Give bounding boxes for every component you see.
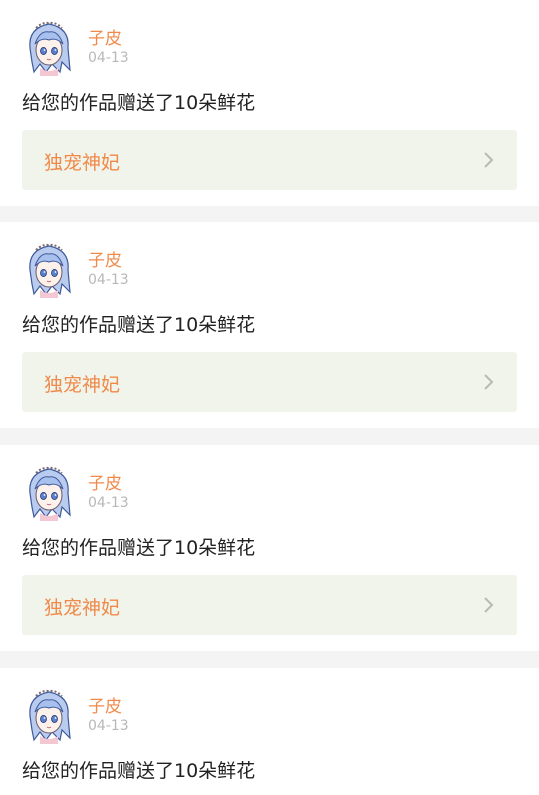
notification-date: 04-13 xyxy=(88,272,129,288)
work-link-row[interactable]: 独宠神妃 xyxy=(22,575,517,635)
gift-message: 给您的作品赠送了10朵鲜花 xyxy=(22,314,256,336)
work-title[interactable]: 独宠神妃 xyxy=(44,148,120,175)
username[interactable]: 子皮 xyxy=(88,24,122,49)
gift-message: 给您的作品赠送了10朵鲜花 xyxy=(22,760,256,782)
notification-feed: 子皮 04-13 给您的作品赠送了10朵鲜花 独宠神妃 子皮 04-13 给您的… xyxy=(0,0,539,795)
chevron-right-icon xyxy=(481,372,497,392)
notification-date: 04-13 xyxy=(88,50,129,66)
work-title[interactable]: 独宠神妃 xyxy=(44,370,120,397)
chevron-right-icon xyxy=(481,150,497,170)
notification-date: 04-13 xyxy=(88,718,129,734)
work-link-row[interactable]: 独宠神妃 xyxy=(22,130,517,190)
anime-girl-avatar-icon[interactable] xyxy=(22,18,76,76)
notification-card: 子皮 04-13 给您的作品赠送了10朵鲜花 独宠神妃 xyxy=(0,0,539,206)
notification-card: 子皮 04-13 给您的作品赠送了10朵鲜花 独宠神妃 xyxy=(0,445,539,651)
anime-girl-avatar-icon[interactable] xyxy=(22,240,76,298)
anime-girl-avatar-icon[interactable] xyxy=(22,463,76,521)
username[interactable]: 子皮 xyxy=(88,692,122,717)
notification-card: 子皮 04-13 给您的作品赠送了10朵鲜花 xyxy=(0,668,539,795)
anime-girl-avatar-icon[interactable] xyxy=(22,686,76,744)
username[interactable]: 子皮 xyxy=(88,469,122,494)
username[interactable]: 子皮 xyxy=(88,246,122,271)
notification-date: 04-13 xyxy=(88,495,129,511)
gift-message: 给您的作品赠送了10朵鲜花 xyxy=(22,92,256,114)
work-link-row[interactable]: 独宠神妃 xyxy=(22,352,517,412)
gift-message: 给您的作品赠送了10朵鲜花 xyxy=(22,537,256,559)
chevron-right-icon xyxy=(481,595,497,615)
work-title[interactable]: 独宠神妃 xyxy=(44,593,120,620)
notification-card: 子皮 04-13 给您的作品赠送了10朵鲜花 独宠神妃 xyxy=(0,222,539,428)
